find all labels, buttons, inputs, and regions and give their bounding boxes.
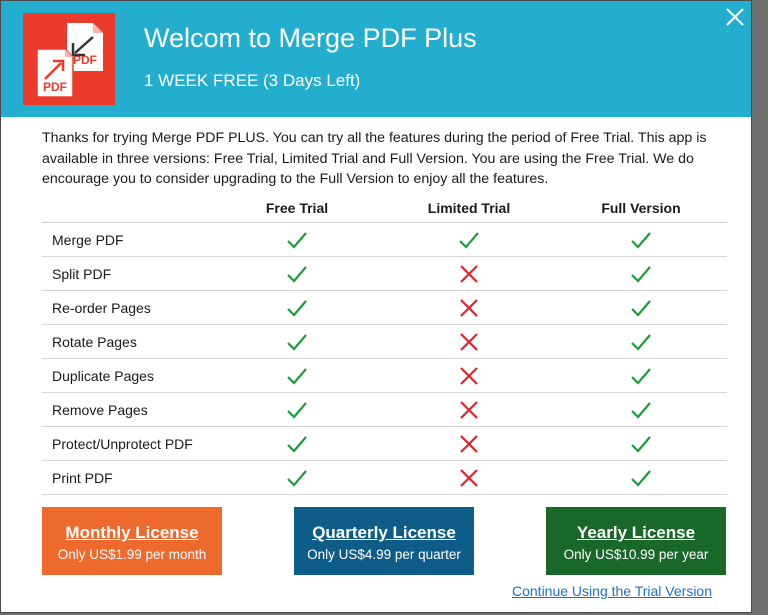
check-icon (286, 263, 308, 285)
check-icon (630, 399, 652, 421)
check-icon (458, 229, 480, 251)
column-header-free-trial: Free Trial (265, 200, 329, 216)
upgrade-dialog: PDF PDF Welcom to Merge PDF Plus 1 WEEK … (0, 0, 752, 613)
table-row: Protect/Unprotect PDF (42, 427, 727, 461)
continue-trial-link[interactable]: Continue Using the Trial Version (512, 583, 712, 599)
cross-icon (458, 263, 480, 285)
dialog-header: PDF PDF Welcom to Merge PDF Plus 1 WEEK … (1, 1, 751, 117)
check-icon (630, 263, 652, 285)
table-header: Free Trial Limited Trial Full Version (42, 197, 727, 223)
table-body: Merge PDF Split PDF Re-order Pages Rotate P… (42, 223, 727, 495)
intro-text: Thanks for trying Merge PDF PLUS. You ca… (42, 130, 707, 187)
table-row: Re-order Pages (42, 291, 727, 325)
cross-icon (458, 433, 480, 455)
check-icon (286, 467, 308, 489)
cross-icon (458, 331, 480, 353)
merge-pdf-logo-icon: PDF PDF (23, 13, 115, 105)
check-icon (286, 297, 308, 319)
cross-icon (458, 365, 480, 387)
check-icon (630, 297, 652, 319)
check-icon (630, 433, 652, 455)
feature-name: Merge PDF (52, 232, 124, 248)
cross-icon (458, 467, 480, 489)
check-icon (630, 467, 652, 489)
logo-graphic: PDF PDF (36, 23, 103, 98)
close-icon (726, 8, 744, 26)
column-header-full-version: Full Version (601, 200, 681, 216)
table-row: Split PDF (42, 257, 727, 291)
feature-name: Split PDF (52, 266, 112, 282)
table-row: Duplicate Pages (42, 359, 727, 393)
feature-name: Protect/Unprotect PDF (52, 436, 193, 452)
cross-icon (458, 297, 480, 319)
yearly-license-price: Only US$10.99 per year (563, 547, 709, 562)
feature-name: Duplicate Pages (52, 368, 154, 384)
check-icon (286, 331, 308, 353)
feature-name: Rotate Pages (52, 334, 137, 350)
yearly-license-title: Yearly License (576, 523, 696, 542)
close-button[interactable] (719, 1, 751, 33)
check-icon (286, 399, 308, 421)
check-icon (286, 433, 308, 455)
logo-text-front: PDF (43, 80, 67, 94)
check-icon (286, 365, 308, 387)
feature-name: Remove Pages (52, 402, 148, 418)
cross-icon (458, 399, 480, 421)
monthly-license-button[interactable]: Monthly License Only US$1.99 per month (42, 507, 222, 575)
monthly-license-title: Monthly License (65, 523, 199, 542)
quarterly-license-title: Quarterly License (312, 523, 456, 542)
quarterly-license-button[interactable]: Quarterly License Only US$4.99 per quart… (294, 507, 474, 575)
check-icon (630, 229, 652, 251)
trial-status: 1 WEEK FREE (3 Days Left) (144, 71, 361, 90)
monthly-license-price: Only US$1.99 per month (57, 547, 207, 562)
table-row: Merge PDF (42, 223, 727, 257)
yearly-license-button[interactable]: Yearly License Only US$10.99 per year (546, 507, 726, 575)
feature-name: Print PDF (52, 470, 113, 486)
column-header-limited-trial: Limited Trial (427, 200, 511, 216)
dialog-title: Welcom to Merge PDF Plus (144, 23, 477, 53)
feature-comparison-table: Free Trial Limited Trial Full Version Me… (42, 197, 727, 495)
table-row: Print PDF (42, 461, 727, 495)
table-row: Rotate Pages (42, 325, 727, 359)
check-icon (630, 331, 652, 353)
check-icon (630, 365, 652, 387)
feature-name: Re-order Pages (52, 300, 151, 316)
check-icon (286, 229, 308, 251)
table-row: Remove Pages (42, 393, 727, 427)
quarterly-license-price: Only US$4.99 per quarter (307, 547, 461, 562)
